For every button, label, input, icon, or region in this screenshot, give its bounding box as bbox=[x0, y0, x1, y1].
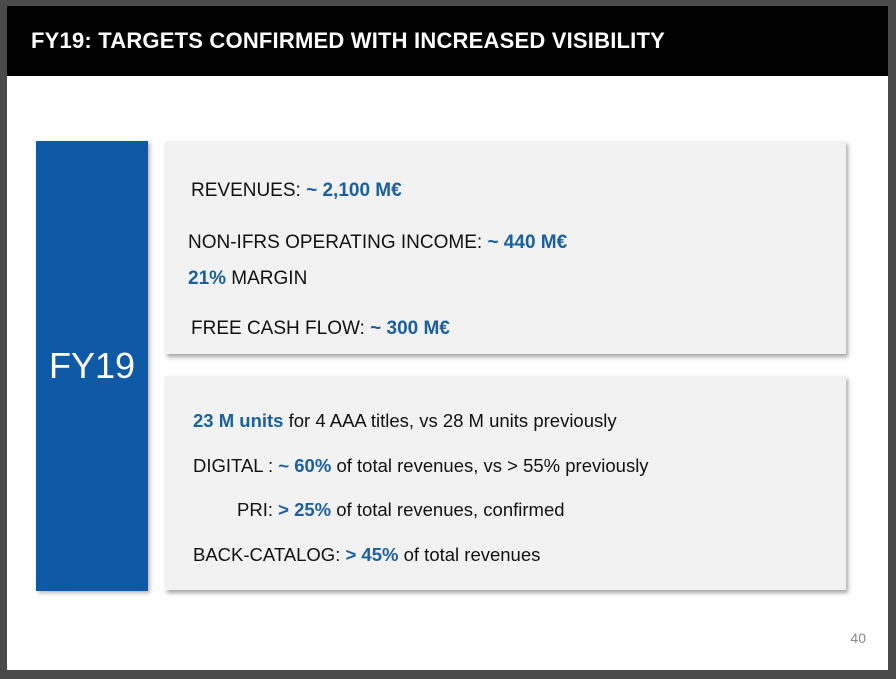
backcatalog-line: BACK-CATALOG: > 45% of total revenues bbox=[193, 544, 540, 566]
backcatalog-label: BACK-CATALOG: bbox=[193, 544, 346, 565]
pri-text: of total revenues, confirmed bbox=[331, 499, 565, 520]
pri-line: PRI: > 25% of total revenues, confirmed bbox=[237, 499, 565, 521]
digital-line: DIGITAL : ~ 60% of total revenues, vs > … bbox=[193, 455, 649, 477]
fy19-sidebar: FY19 bbox=[36, 141, 148, 591]
units-value: 23 M units bbox=[193, 410, 284, 431]
operational-targets-panel: 23 M units for 4 AAA titles, vs 28 M uni… bbox=[165, 376, 846, 590]
financial-targets-panel: REVENUES: ~ 2,100 M€ NON-IFRS OPERATING … bbox=[165, 141, 846, 354]
fcf-line: FREE CASH FLOW: ~ 300 M€ bbox=[191, 318, 450, 340]
operating-income-label: NON-IFRS OPERATING INCOME: bbox=[188, 232, 488, 253]
slide: FY19: TARGETS CONFIRMED WITH INCREASED V… bbox=[7, 6, 888, 670]
backcatalog-text: of total revenues bbox=[398, 544, 541, 565]
digital-text: of total revenues, vs > 55% previously bbox=[331, 455, 649, 476]
revenues-value: ~ 2,100 M€ bbox=[306, 180, 402, 201]
operating-income-line: NON-IFRS OPERATING INCOME: ~ 440 M€ bbox=[188, 232, 567, 254]
pri-label: PRI: bbox=[237, 499, 279, 520]
revenues-label: REVENUES: bbox=[191, 180, 307, 201]
operating-income-value: ~ 440 M€ bbox=[487, 232, 568, 253]
fcf-value: ~ 300 M€ bbox=[370, 318, 450, 339]
margin-line: 21% MARGIN bbox=[188, 268, 307, 290]
revenues-line: REVENUES: ~ 2,100 M€ bbox=[191, 180, 402, 202]
margin-label: MARGIN bbox=[226, 268, 308, 289]
fcf-label: FREE CASH FLOW: bbox=[191, 318, 371, 339]
pri-value: > 25% bbox=[278, 499, 332, 520]
backcatalog-value: > 45% bbox=[345, 544, 399, 565]
digital-label: DIGITAL : bbox=[193, 455, 279, 476]
title-bar: FY19: TARGETS CONFIRMED WITH INCREASED V… bbox=[7, 6, 888, 76]
sidebar-label: FY19 bbox=[48, 345, 136, 386]
slide-title: FY19: TARGETS CONFIRMED WITH INCREASED V… bbox=[31, 28, 665, 53]
digital-value: ~ 60% bbox=[278, 455, 332, 476]
units-line: 23 M units for 4 AAA titles, vs 28 M uni… bbox=[193, 410, 617, 432]
margin-value: 21% bbox=[188, 268, 227, 289]
units-text: for 4 AAA titles, vs 28 M units previous… bbox=[283, 410, 617, 431]
page-number: 40 bbox=[850, 630, 866, 646]
